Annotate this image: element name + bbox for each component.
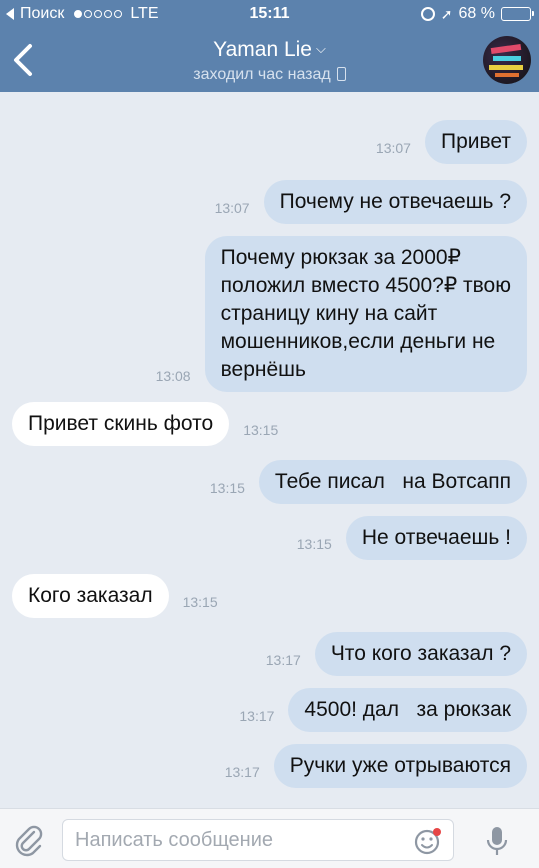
message-time: 13:17: [239, 708, 275, 724]
location-arrow-icon: ➚: [440, 5, 453, 22]
battery-icon: [501, 7, 534, 21]
message-time: 13:15: [243, 422, 279, 438]
status-bar: Поиск LTE 15:11 ➚ 68 %: [0, 0, 539, 30]
paperclip-icon: [15, 825, 43, 857]
outgoing-message[interactable]: 13:15 Тебе писал на Вотсапп: [196, 460, 527, 504]
composer-bar: [0, 808, 539, 868]
battery-percent: 68 %: [458, 5, 495, 22]
message-time: 13:15: [209, 480, 245, 496]
message-time: 13:15: [296, 536, 332, 552]
message-time: 13:07: [214, 200, 250, 216]
outgoing-message[interactable]: 13:07 Привет: [362, 120, 527, 164]
message-bubble[interactable]: Тебе писал на Вотсапп: [258, 460, 527, 504]
contact-status: заходил час назад: [0, 66, 539, 84]
contact-name-row[interactable]: Yaman Lie ⌵: [0, 38, 539, 62]
message-time: 13:08: [155, 368, 191, 384]
incoming-message[interactable]: 13:15 Кого заказал: [12, 574, 232, 618]
microphone-icon: [486, 827, 508, 855]
outgoing-message[interactable]: 13:17 Ручки уже отрываются: [211, 744, 527, 788]
avatar[interactable]: [483, 36, 531, 84]
emoji-button[interactable]: [414, 827, 442, 855]
message-time: 13:17: [224, 764, 260, 780]
message-bubble[interactable]: Почему не отвечаешь ?: [263, 180, 527, 224]
message-bubble[interactable]: Кого заказал: [12, 574, 169, 618]
chat-header: Поиск LTE 15:11 ➚ 68 % Yaman Lie ⌵ заходи…: [0, 0, 539, 92]
outgoing-message[interactable]: 13:15 Не отвечаешь !: [283, 516, 527, 560]
message-time: 13:07: [375, 140, 411, 156]
message-bubble[interactable]: Привет: [424, 120, 527, 164]
message-bubble[interactable]: Не отвечаешь !: [345, 516, 527, 560]
contact-name[interactable]: Yaman Lie: [213, 38, 312, 61]
contact-info[interactable]: Yaman Lie ⌵ заходил час назад: [0, 38, 539, 84]
chevron-down-icon: ⌵: [315, 41, 326, 56]
message-time: 13:15: [182, 594, 218, 610]
mobile-phone-icon: [336, 67, 346, 81]
rotation-lock-icon: [420, 7, 435, 21]
smiley-icon: [414, 828, 441, 855]
last-seen-text: заходил час назад: [193, 66, 331, 83]
message-list[interactable]: 13:07 Привет 13:07 Почему не отвечаешь ? 13:…: [0, 92, 539, 808]
outgoing-message[interactable]: 13:17 Что кого заказал ?: [252, 632, 527, 676]
incoming-message[interactable]: 13:15 Привет скинь фото: [12, 402, 292, 446]
message-bubble[interactable]: Почему рюкзак за 2000₽ положил вместо 45…: [204, 236, 527, 392]
attach-button[interactable]: [12, 823, 46, 857]
microphone-button[interactable]: [484, 825, 510, 857]
message-time: 13:17: [265, 652, 301, 668]
status-right: ➚ 68 %: [420, 5, 534, 23]
message-bubble[interactable]: Привет скинь фото: [12, 402, 230, 446]
message-bubble[interactable]: Ручки уже отрываются: [273, 744, 527, 788]
outgoing-message[interactable]: 13:17 4500! дал за рюкзак: [225, 688, 527, 732]
message-bubble[interactable]: Что кого заказал ?: [314, 632, 527, 676]
message-bubble[interactable]: 4500! дал за рюкзак: [288, 688, 527, 732]
outgoing-message[interactable]: 13:07 Почему не отвечаешь ?: [201, 180, 527, 224]
message-input[interactable]: [62, 819, 454, 861]
outgoing-message[interactable]: 13:08 Почему рюкзак за 2000₽ положил вмес…: [142, 236, 527, 392]
